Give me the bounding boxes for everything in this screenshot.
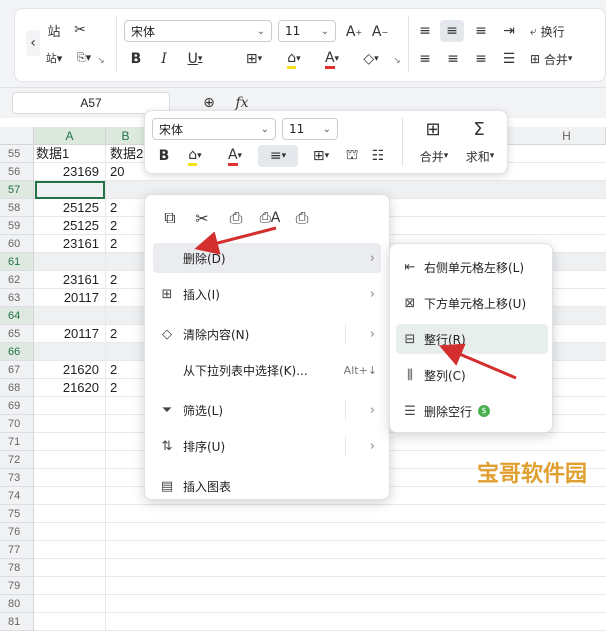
cell-a[interactable] <box>34 595 106 613</box>
cell-b[interactable] <box>106 505 176 523</box>
cell-a[interactable] <box>34 559 106 577</box>
row-header[interactable]: 79 <box>0 577 34 595</box>
table-row[interactable]: 76 <box>0 523 606 541</box>
cell-b[interactable] <box>106 595 176 613</box>
cell-b[interactable] <box>106 577 176 595</box>
annotation-arrows <box>194 226 517 380</box>
table-row[interactable]: 81 <box>0 613 606 631</box>
watermark-logo: 宝哥软件园 <box>476 462 587 487</box>
cell-a[interactable] <box>34 505 106 523</box>
cell-b[interactable] <box>106 559 176 577</box>
cell-b[interactable] <box>106 523 176 541</box>
cell-a[interactable] <box>34 523 106 541</box>
table-row[interactable]: 77 <box>0 541 606 559</box>
cell-a[interactable] <box>34 613 106 631</box>
cell-a[interactable] <box>34 541 106 559</box>
arrow-to-delete <box>194 226 277 255</box>
row-header[interactable]: 75 <box>0 505 34 523</box>
row-header[interactable]: 77 <box>0 541 34 559</box>
cell-b[interactable] <box>106 613 176 631</box>
row-header[interactable]: 80 <box>0 595 34 613</box>
table-row[interactable]: 75 <box>0 505 606 523</box>
cell-a[interactable] <box>34 577 106 595</box>
table-row[interactable]: 79 <box>0 577 606 595</box>
row-header[interactable]: 76 <box>0 523 34 541</box>
cell-b[interactable] <box>106 541 176 559</box>
row-header[interactable]: 81 <box>0 613 34 631</box>
table-row[interactable]: 78 <box>0 559 606 577</box>
row-header[interactable]: 78 <box>0 559 34 577</box>
table-row[interactable]: 80 <box>0 595 606 613</box>
arrow-to-entire-row <box>438 343 517 380</box>
